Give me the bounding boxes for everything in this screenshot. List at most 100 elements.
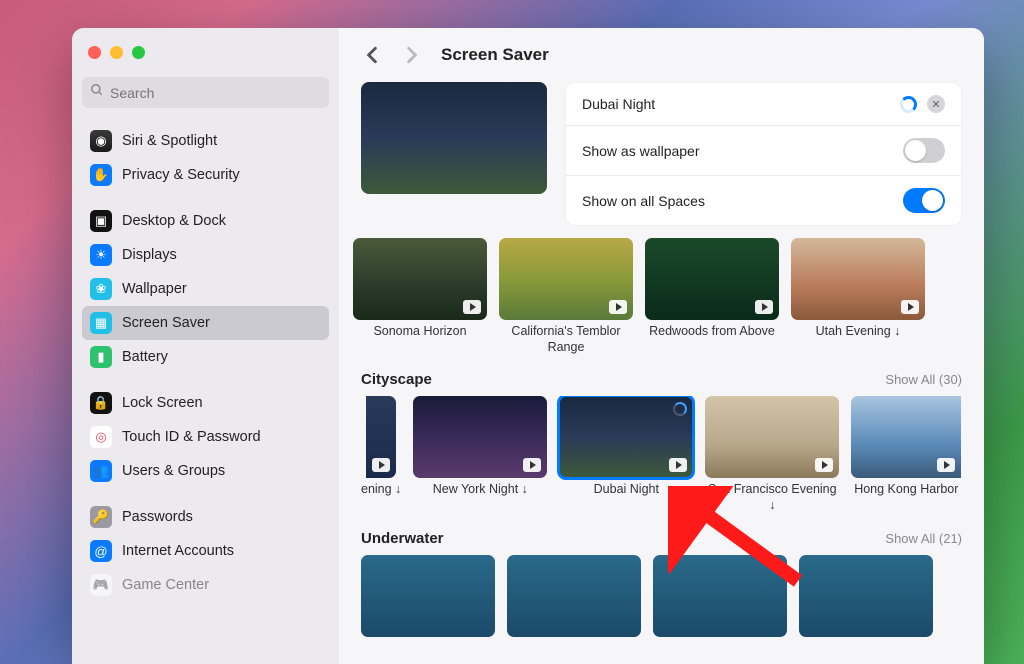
screen-saver-icon: ▦	[90, 312, 112, 334]
sidebar-item-users-groups[interactable]: 👥Users & Groups	[82, 454, 329, 488]
screen-saver-card[interactable]: California's Temblor Range	[499, 238, 633, 355]
back-button[interactable]	[361, 44, 383, 66]
screen-saver-label: Dubai Night	[594, 482, 659, 498]
screen-saver-label: San Francisco Evening ↓	[705, 482, 839, 513]
cityscape-show-all-button[interactable]: Show All (30)	[885, 372, 962, 387]
sidebar-item-wallpaper[interactable]: ❀ Wallpaper	[82, 272, 329, 306]
sidebar-item-lock-screen[interactable]: 🔒 Lock Screen	[82, 386, 329, 420]
play-icon	[609, 300, 627, 314]
search-input[interactable]	[110, 85, 321, 101]
sidebar-item-battery[interactable]: ▮ Battery	[82, 340, 329, 374]
hand-icon: ✋	[90, 164, 112, 186]
game-center-icon: 🎮	[90, 574, 112, 596]
lock-icon: 🔒	[90, 392, 112, 414]
screen-saver-label: ening ↓	[361, 482, 401, 498]
sidebar-item-game-center[interactable]: 🎮 Game Center	[82, 568, 329, 602]
screen-saver-card[interactable]: Hong Kong Harbor	[851, 396, 961, 513]
screen-saver-thumbnail[interactable]	[499, 238, 633, 320]
cityscape-grid[interactable]: ening ↓ New York Night ↓ Dubai Night San Fr…	[361, 396, 962, 513]
screen-saver-card[interactable]: San Francisco Evening ↓	[705, 396, 839, 513]
sidebar-item-label: Siri & Spotlight	[122, 133, 217, 149]
screen-saver-thumbnail[interactable]	[353, 238, 487, 320]
forward-button[interactable]	[401, 44, 423, 66]
sidebar-item-label: Game Center	[122, 577, 209, 593]
sidebar-item-label: Users & Groups	[122, 463, 225, 479]
underwater-grid[interactable]	[361, 555, 962, 637]
screen-saver-label: Hong Kong Harbor	[854, 482, 958, 498]
sidebar-item-siri-spotlight[interactable]: ◉Siri & Spotlight	[82, 124, 329, 158]
show-on-all-spaces-toggle[interactable]	[903, 188, 945, 213]
screen-saver-card[interactable]: Dubai Night	[559, 396, 693, 513]
settings-window: ◉Siri & Spotlight ✋ Privacy & Security ▣Des…	[72, 28, 984, 664]
sidebar-item-label: Wallpaper	[122, 281, 187, 297]
sidebar-item-label: Screen Saver	[122, 315, 210, 331]
screen-saver-thumbnail[interactable]	[645, 238, 779, 320]
play-icon	[372, 458, 390, 472]
sidebar-item-passwords[interactable]: 🔑 Passwords	[82, 500, 329, 534]
sidebar-item-label: Displays	[122, 247, 177, 263]
search-field[interactable]	[82, 77, 329, 108]
screen-saver-thumbnail[interactable]	[413, 396, 547, 478]
sidebar-item-desktop-dock[interactable]: ▣Desktop & Dock	[82, 204, 329, 238]
screen-saver-card[interactable]	[653, 555, 787, 637]
sidebar-item-label: Battery	[122, 349, 168, 365]
screen-saver-thumbnail[interactable]	[791, 238, 925, 320]
current-screen-saver-name: Dubai Night	[582, 96, 655, 112]
sidebar-item-screen-saver[interactable]: ▦ Screen Saver	[82, 306, 329, 340]
screen-saver-label: California's Temblor Range	[499, 324, 633, 355]
play-icon	[815, 458, 833, 472]
cancel-download-button[interactable]: ✕	[927, 95, 945, 113]
screen-saver-card[interactable]: Sonoma Horizon	[353, 238, 487, 355]
search-icon	[90, 83, 104, 102]
wallpaper-icon: ❀	[90, 278, 112, 300]
screen-saver-card[interactable]: ening ↓	[361, 396, 401, 513]
screen-saver-card[interactable]	[507, 555, 641, 637]
touchid-icon: ◎	[90, 426, 112, 448]
play-icon	[463, 300, 481, 314]
sidebar-item-label: Passwords	[122, 509, 193, 525]
main-pane: Screen Saver Dubai Night ✕ Show as wallp…	[339, 28, 984, 664]
sidebar-item-label: Internet Accounts	[122, 543, 234, 559]
sidebar: ◉Siri & Spotlight ✋ Privacy & Security ▣Des…	[72, 28, 339, 664]
sidebar-item-label: Privacy & Security	[122, 167, 240, 183]
screen-saver-thumbnail[interactable]	[559, 396, 693, 478]
screen-saver-preview	[361, 82, 547, 194]
passwords-icon: 🔑	[90, 506, 112, 528]
sidebar-item-internet-accounts[interactable]: @Internet Accounts	[82, 534, 329, 568]
battery-icon: ▮	[90, 346, 112, 368]
screen-saver-thumbnail[interactable]	[851, 396, 961, 478]
toolbar: Screen Saver	[339, 28, 984, 76]
window-minimize-button[interactable]	[110, 46, 123, 59]
show-on-all-spaces-label: Show on all Spaces	[582, 193, 705, 209]
content-area[interactable]: Dubai Night ✕ Show as wallpaper Show on …	[339, 76, 984, 664]
sidebar-item-touch-id-password[interactable]: ◎Touch ID & Password	[82, 420, 329, 454]
play-icon	[523, 458, 541, 472]
screen-saver-card[interactable]: New York Night ↓	[413, 396, 547, 513]
download-spinner-icon	[900, 96, 917, 113]
screen-saver-card[interactable]	[799, 555, 933, 637]
displays-icon: ☀	[90, 244, 112, 266]
page-title: Screen Saver	[441, 45, 549, 65]
screen-saver-thumbnail[interactable]	[366, 396, 396, 478]
window-maximize-button[interactable]	[132, 46, 145, 59]
dock-icon: ▣	[90, 210, 112, 232]
show-on-all-spaces-row: Show on all Spaces	[566, 175, 961, 225]
screen-saver-label: Redwoods from Above	[649, 324, 775, 340]
screen-saver-card[interactable]: Redwoods from Above	[645, 238, 779, 355]
underwater-show-all-button[interactable]: Show All (21)	[885, 531, 962, 546]
screen-saver-label: New York Night ↓	[433, 482, 528, 498]
screen-saver-card[interactable]: Utah Evening ↓	[791, 238, 925, 355]
show-as-wallpaper-toggle[interactable]	[903, 138, 945, 163]
current-screen-saver-row: Dubai Night ✕	[566, 83, 961, 125]
sidebar-item-label: Lock Screen	[122, 395, 203, 411]
screen-saver-label: Utah Evening ↓	[816, 324, 901, 340]
screen-saver-thumbnail[interactable]	[705, 396, 839, 478]
play-icon	[937, 458, 955, 472]
underwater-title: Underwater	[361, 530, 444, 547]
sidebar-item-displays[interactable]: ☀ Displays	[82, 238, 329, 272]
sidebar-item-privacy-security[interactable]: ✋ Privacy & Security	[82, 158, 329, 192]
download-spinner-icon	[673, 402, 687, 416]
landscape-grid[interactable]: Sonoma Horizon California's Temblor Range…	[353, 238, 962, 355]
screen-saver-card[interactable]	[361, 555, 495, 637]
window-close-button[interactable]	[88, 46, 101, 59]
